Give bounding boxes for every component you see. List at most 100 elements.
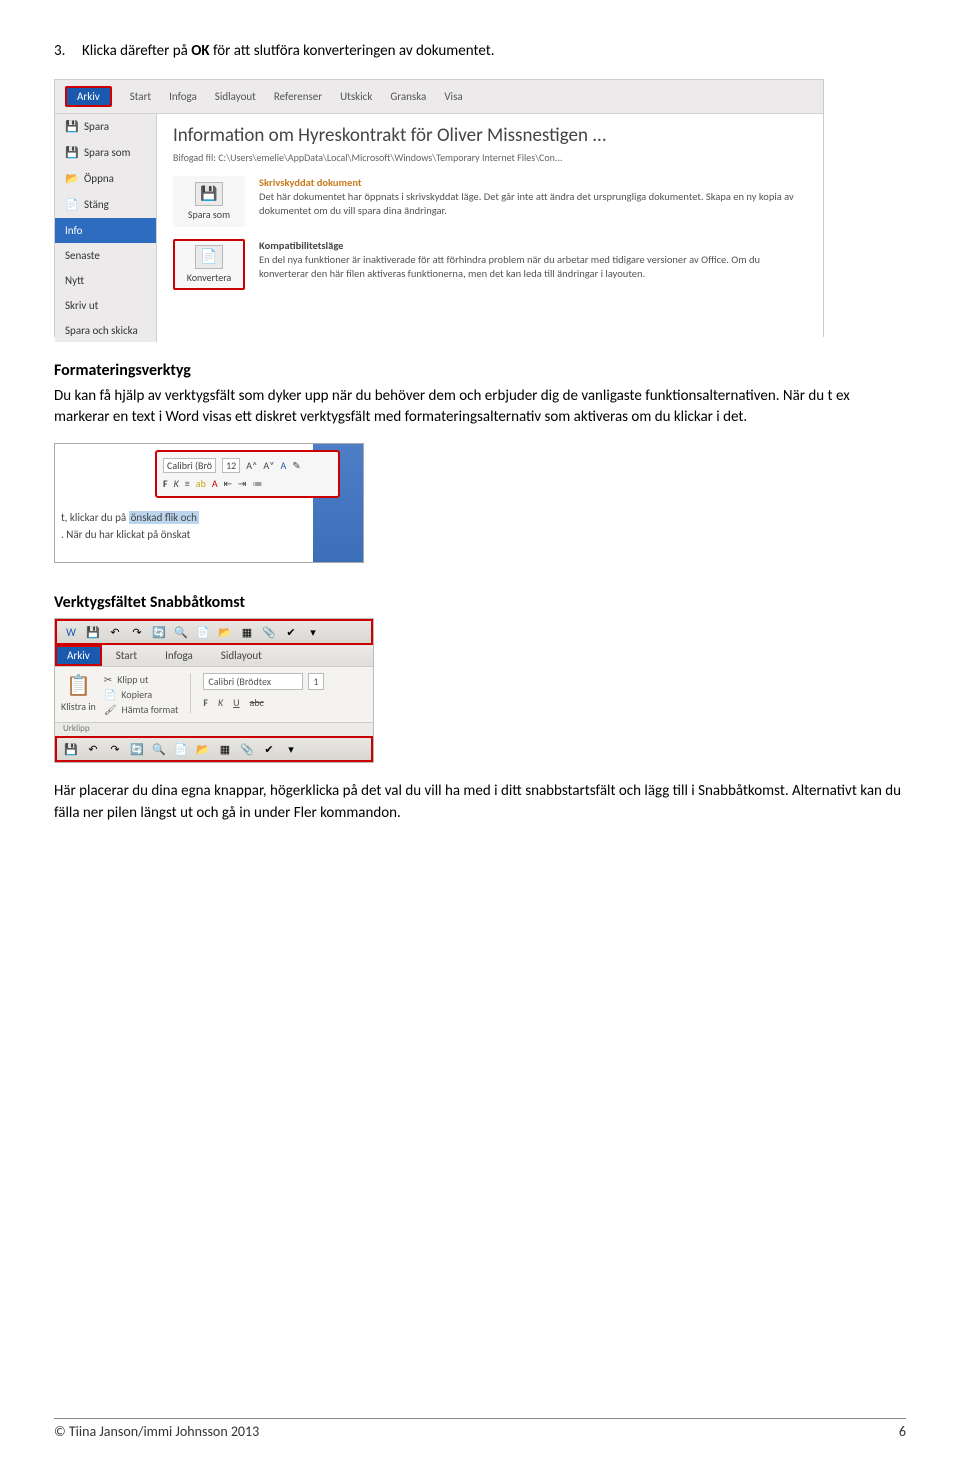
preview-icon[interactable]: 🔍 <box>173 624 189 640</box>
backstage-main: Information om Hyreskontrakt för Oliver … <box>157 114 823 342</box>
step-text-post: för att slutföra konverteringen av dokum… <box>210 42 495 60</box>
save-icon[interactable]: 💾 <box>85 624 101 640</box>
sidebar-stang[interactable]: 📄Stäng <box>55 192 156 218</box>
format-painter-icon[interactable]: 🖌 <box>104 703 117 716</box>
sidebar-spara[interactable]: 💾Spara <box>55 114 156 140</box>
spara-som-label: Spara som <box>188 208 230 221</box>
step-text-pre: Klicka därefter på <box>82 42 191 60</box>
sidebar-spara-skicka[interactable]: Spara och skicka <box>55 318 156 343</box>
font-name-input[interactable]: Calibri (Brö <box>163 458 216 473</box>
path-label: Bifogad fil: <box>173 151 216 164</box>
quick-access-top[interactable]: W 💾 ↶ ↷ 🔄 🔍 📄 📂 ▦ 📎 ✔ ▾ <box>55 619 373 645</box>
readonly-body: Det här dokumentet har öppnats i skrivsk… <box>259 190 807 218</box>
font-color-icon[interactable]: A <box>212 477 218 490</box>
cut-icon[interactable]: ✂ <box>104 673 112 686</box>
sidebar-skriv-ut[interactable]: Skriv ut <box>55 293 156 318</box>
cut-label[interactable]: Klipp ut <box>117 673 148 686</box>
copy-label[interactable]: Kopiera <box>121 688 152 701</box>
bold-button[interactable]: F <box>163 477 168 490</box>
tab-sidlayout[interactable]: Sidlayout <box>207 645 276 666</box>
paste-icon[interactable]: 📋 <box>61 673 96 698</box>
indent-right-icon[interactable]: ⇥ <box>238 477 246 490</box>
word-info-screenshot: Arkiv Start Infoga Sidlayout Referenser … <box>54 79 824 337</box>
step-3: 3. Klicka därefter på OK för att slutför… <box>54 40 906 63</box>
spellcheck-icon[interactable]: ✔ <box>261 741 277 757</box>
redo-icon[interactable]: ↷ <box>129 624 145 640</box>
tab-sidlayout[interactable]: Sidlayout <box>215 90 256 103</box>
font-group: Calibri (Brödtex 1 F K U abc <box>203 673 324 716</box>
attach-icon[interactable]: 📎 <box>239 741 255 757</box>
step-number: 3. <box>54 40 65 63</box>
copy-icon[interactable]: 📄 <box>104 688 116 701</box>
size-input[interactable]: 1 <box>308 673 324 690</box>
sidebar-nytt[interactable]: Nytt <box>55 268 156 293</box>
tab-start[interactable]: Start <box>102 645 151 666</box>
compat-body: En del nya funktioner är inaktiverade fö… <box>259 253 807 281</box>
tab-start[interactable]: Start <box>130 90 151 103</box>
separator <box>190 673 191 713</box>
backstage-sidebar: 💾Spara 💾Spara som 📂Öppna 📄Stäng Info Sen… <box>55 114 157 342</box>
undo-icon[interactable]: ↶ <box>107 624 123 640</box>
format-painter-icon[interactable]: ✎ <box>292 459 300 472</box>
mini-row-1: Calibri (Brö 12 A˄ A˅ A ✎ <box>163 456 332 475</box>
align-icon[interactable]: ≡ <box>185 477 190 490</box>
save-icon[interactable]: 💾 <box>63 741 79 757</box>
attach-icon[interactable]: 📎 <box>261 624 277 640</box>
sidebar-oppna[interactable]: 📂Öppna <box>55 166 156 192</box>
sidebar-info[interactable]: Info <box>55 218 156 243</box>
font-size-input[interactable]: 12 <box>222 458 240 473</box>
tab-visa[interactable]: Visa <box>444 90 462 103</box>
paste-label: Klistra in <box>61 700 96 713</box>
tab-infoga[interactable]: Infoga <box>169 90 197 103</box>
redo-icon[interactable]: ↷ <box>107 741 123 757</box>
group-label: Urklipp <box>55 723 373 736</box>
indent-left-icon[interactable]: ⇤ <box>224 477 232 490</box>
close-icon: 📄 <box>65 198 79 212</box>
bold-button[interactable]: F <box>203 696 208 709</box>
refresh-icon[interactable]: 🔄 <box>129 741 145 757</box>
table-icon[interactable]: ▦ <box>239 624 255 640</box>
font-input[interactable]: Calibri (Brödtex <box>203 673 303 690</box>
new-icon[interactable]: 📄 <box>173 741 189 757</box>
tab-utskick[interactable]: Utskick <box>340 90 372 103</box>
tab-granska[interactable]: Granska <box>390 90 426 103</box>
sidebar-senaste[interactable]: Senaste <box>55 243 156 268</box>
shrink-font-icon[interactable]: A˅ <box>263 459 274 472</box>
customize-dropdown-icon[interactable]: ▾ <box>305 624 321 640</box>
open-folder-icon[interactable]: 📂 <box>195 741 211 757</box>
preview-icon[interactable]: 🔍 <box>151 741 167 757</box>
tab-infoga[interactable]: Infoga <box>151 645 207 666</box>
tab-arkiv[interactable]: Arkiv <box>55 645 102 666</box>
spara-som-button[interactable]: 💾 Spara som <box>173 176 245 227</box>
sidebar-spara-label: Spara <box>84 120 109 133</box>
compat-text: Kompatibilitetsläge En del nya funktione… <box>259 239 807 290</box>
quick-access-bottom[interactable]: 💾 ↶ ↷ 🔄 🔍 📄 📂 ▦ 📎 ✔ ▾ <box>55 736 373 762</box>
strike-button[interactable]: abc <box>250 696 264 709</box>
italic-button[interactable]: K <box>174 477 179 490</box>
bullets-icon[interactable]: ≔ <box>252 477 262 490</box>
page-footer: © Tiina Janson/immi Johnsson 2013 6 <box>54 1418 906 1440</box>
sample-text: t, klickar du på önskad flik och . När d… <box>61 510 199 543</box>
refresh-icon[interactable]: 🔄 <box>151 624 167 640</box>
open-folder-icon[interactable]: 📂 <box>217 624 233 640</box>
italic-button[interactable]: K <box>218 696 223 709</box>
table-icon[interactable]: ▦ <box>217 741 233 757</box>
customize-dropdown-icon[interactable]: ▾ <box>283 741 299 757</box>
tab-arkiv[interactable]: Arkiv <box>65 86 112 107</box>
sidebar-spara-som[interactable]: 💾Spara som <box>55 140 156 166</box>
grow-font-icon[interactable]: A˄ <box>246 459 257 472</box>
undo-icon[interactable]: ↶ <box>85 741 101 757</box>
konvertera-label: Konvertera <box>187 271 232 284</box>
new-icon[interactable]: 📄 <box>195 624 211 640</box>
sample-line2: . När du har klickat på önskat <box>61 527 199 544</box>
underline-button[interactable]: U <box>233 696 239 709</box>
konvertera-button[interactable]: 📄 Konvertera <box>173 239 245 290</box>
format-painter-label[interactable]: Hämta format <box>122 703 179 716</box>
styles-icon[interactable]: A <box>281 459 287 472</box>
tab-referenser[interactable]: Referenser <box>274 90 322 103</box>
spellcheck-icon[interactable]: ✔ <box>283 624 299 640</box>
highlight-icon[interactable]: ab <box>196 477 206 490</box>
mini-toolbar[interactable]: Calibri (Brö 12 A˄ A˅ A ✎ F K ≡ ab A ⇤ ⇥… <box>155 450 340 498</box>
sidebar-skriv-ut-label: Skriv ut <box>65 299 98 312</box>
readonly-block: 💾 Spara som Skrivskyddat dokument Det hä… <box>173 176 807 227</box>
